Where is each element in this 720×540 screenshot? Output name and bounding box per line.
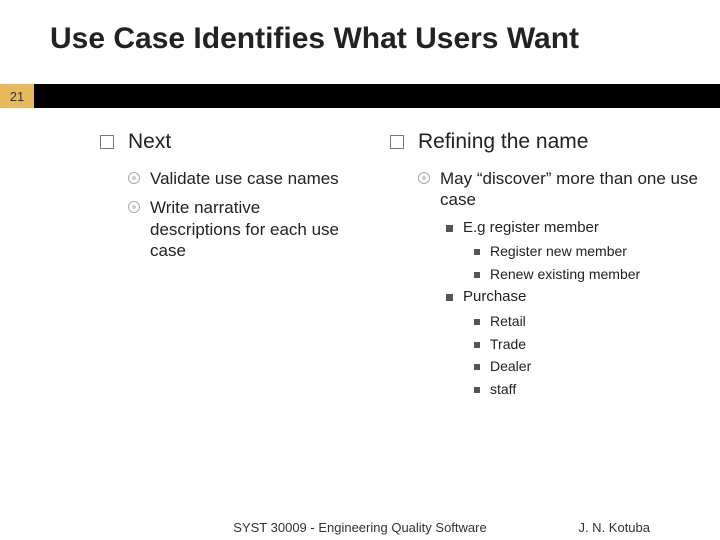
list-item: Trade <box>474 336 700 354</box>
square-bullet-icon <box>474 387 480 393</box>
left-column: Next Validate use case names Write narra… <box>0 130 360 403</box>
list-item-text: Retail <box>490 313 526 331</box>
left-heading: Next <box>100 130 340 154</box>
right-heading-text: Refining the name <box>418 130 588 154</box>
list-item-text: Register new member <box>490 243 627 261</box>
slide-body: Next Validate use case names Write narra… <box>0 130 720 403</box>
list-item: E.g register member <box>446 219 700 238</box>
list-item: Renew existing member <box>474 266 700 284</box>
list-item-text: Write narrative descriptions for each us… <box>150 197 340 261</box>
list-item: Write narrative descriptions for each us… <box>128 197 340 261</box>
list-item: Purchase <box>446 288 700 307</box>
target-bullet-icon <box>128 172 140 184</box>
list-item-text: Trade <box>490 336 526 354</box>
left-heading-text: Next <box>128 130 171 154</box>
list-item-text: Validate use case names <box>150 168 339 189</box>
list-item: Dealer <box>474 358 700 376</box>
square-bullet-icon <box>474 342 480 348</box>
list-item: Validate use case names <box>128 168 340 189</box>
list-item-text: staff <box>490 381 516 399</box>
list-item-text: E.g register member <box>463 219 599 238</box>
title-underline-bar <box>0 84 720 108</box>
page-number-badge: 21 <box>0 84 34 108</box>
list-item-text: Dealer <box>490 358 531 376</box>
list-item-text: May “discover” more than one use case <box>440 168 700 211</box>
list-item: May “discover” more than one use case <box>418 168 700 211</box>
list-item: Register new member <box>474 243 700 261</box>
target-bullet-icon <box>418 172 430 184</box>
list-item: staff <box>474 381 700 399</box>
list-item: Retail <box>474 313 700 331</box>
square-bullet-icon <box>446 294 453 301</box>
right-heading: Refining the name <box>390 130 700 154</box>
list-item-text: Purchase <box>463 288 526 307</box>
hollow-square-bullet-icon <box>100 135 114 149</box>
hollow-square-bullet-icon <box>390 135 404 149</box>
list-item-text: Renew existing member <box>490 266 640 284</box>
slide-title: Use Case Identifies What Users Want <box>0 0 720 56</box>
square-bullet-icon <box>474 319 480 325</box>
square-bullet-icon <box>446 225 453 232</box>
square-bullet-icon <box>474 272 480 278</box>
square-bullet-icon <box>474 364 480 370</box>
square-bullet-icon <box>474 249 480 255</box>
footer-author: J. N. Kotuba <box>578 520 650 535</box>
target-bullet-icon <box>128 201 140 213</box>
right-column: Refining the name May “discover” more th… <box>360 130 720 403</box>
